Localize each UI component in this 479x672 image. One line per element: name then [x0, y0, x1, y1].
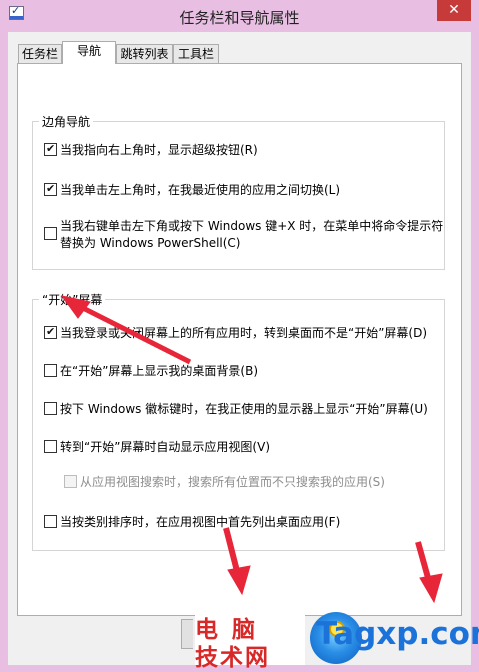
option-boot-to-desktop-label: 当我登录或关闭屏幕上的所有应用时，转到桌面而不是“开始”屏幕(D) — [60, 326, 428, 340]
option-start-on-active-display-label: 按下 Windows 徽标键时，在我正使用的显示器上显示“开始”屏幕(U) — [60, 402, 428, 416]
close-button[interactable]: ✕ — [437, 0, 471, 21]
option-search-everywhere-label: 从应用视图搜索时，搜索所有位置而不只搜索我的应用(S) — [80, 475, 385, 489]
option-powershell-winx-label-line2: 替换为 Windows PowerShell(C) — [60, 236, 241, 250]
window-title: 任务栏和导航属性 — [179, 9, 300, 27]
corner-navigation-label: 边角导航 — [39, 113, 94, 130]
checkbox-charms-top-right[interactable] — [44, 141, 57, 157]
option-show-apps-view-label: 转到“开始”屏幕时自动显示应用视图(V) — [60, 440, 271, 454]
checkbox-switch-apps-top-left[interactable] — [44, 181, 57, 197]
option-switch-apps-top-left-label: 当我单击左上角时，在我最近使用的应用之间切换(L) — [60, 183, 341, 197]
start-screen-group: “开始”屏幕 当我登录或关闭屏幕上的所有应用时，转到桌面而不是“开始”屏幕(D)… — [32, 291, 445, 551]
checkbox-boot-to-desktop[interactable] — [44, 324, 57, 340]
checkbox-powershell-winx[interactable] — [44, 227, 57, 240]
ok-button-partial[interactable] — [181, 619, 193, 649]
tab-navigation[interactable]: 导航 — [62, 41, 116, 64]
checkbox-search-everywhere — [64, 475, 77, 488]
title-bar[interactable]: 任务栏和导航属性 ✕ — [0, 0, 479, 32]
corner-navigation-group: 边角导航 当我指向右上角时，显示超级按钮(R) 当我单击左上角时，在我最近使用的… — [32, 113, 445, 270]
checkbox-show-apps-view[interactable] — [44, 440, 57, 453]
navigation-tab-panel: 边角导航 当我指向右上角时，显示超级按钮(R) 当我单击左上角时，在我最近使用的… — [17, 63, 462, 616]
option-charms-top-right-label: 当我指向右上角时，显示超级按钮(R) — [60, 143, 258, 157]
option-desktop-apps-first-label: 当按类别排序时，在应用视图中首先列出桌面应用(F) — [60, 515, 341, 529]
checkbox-start-on-active-display[interactable] — [44, 402, 57, 415]
start-screen-label: “开始”屏幕 — [39, 291, 106, 308]
option-powershell-winx-label: 当我右键单击左下角或按下 Windows 键+X 时，在菜单中将命令提示符 — [60, 219, 444, 233]
option-desktop-background-label: 在“开始”屏幕上显示我的桌面背景(B) — [60, 364, 259, 378]
tab-toolbars[interactable]: 工具栏 — [173, 44, 219, 63]
properties-window: 任务栏和导航属性 ✕ 任务栏 导航 跳转列表 工具栏 边角导航 当我指向右上角时… — [0, 0, 479, 671]
dialog-client-area: 任务栏 导航 跳转列表 工具栏 边角导航 当我指向右上角时，显示超级按钮(R) … — [8, 32, 471, 665]
checkbox-desktop-apps-first[interactable] — [44, 515, 57, 528]
checkbox-desktop-background[interactable] — [44, 364, 57, 377]
watermark-domain: Tagxp.com — [316, 616, 479, 652]
watermark-line2: 技术网 — [195, 645, 270, 671]
tab-taskbar[interactable]: 任务栏 — [18, 44, 62, 63]
close-icon: ✕ — [448, 2, 460, 18]
watermark-logo-text: 电脑 技术网 — [195, 610, 305, 671]
watermark-logo-domain: Tagxp.com — [310, 612, 479, 665]
tab-jump-lists[interactable]: 跳转列表 — [116, 44, 173, 63]
